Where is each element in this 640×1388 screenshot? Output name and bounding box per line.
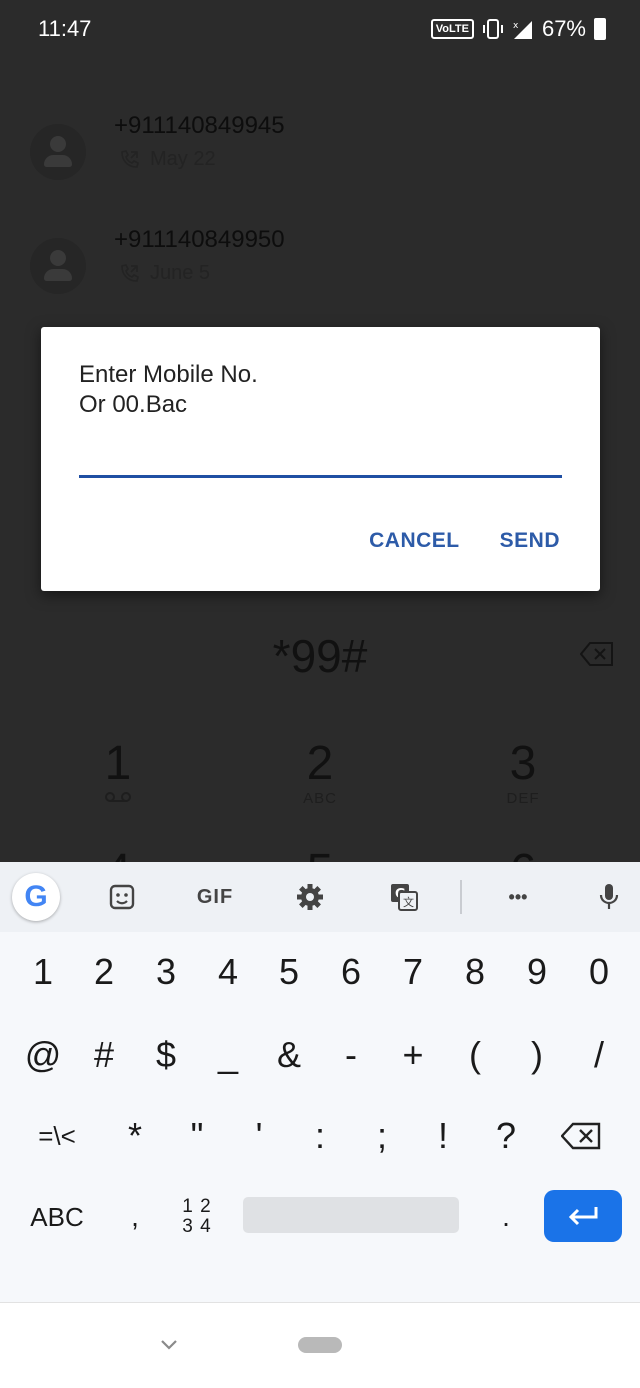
numpad-label-top: 1 2: [182, 1196, 212, 1217]
call-number: +911140849950: [114, 226, 285, 253]
key-colon[interactable]: :: [289, 1096, 351, 1176]
call-number: +911140849945: [114, 112, 285, 139]
battery-percent: 67%: [541, 16, 586, 41]
key-comma[interactable]: ,: [104, 1177, 166, 1257]
key-4[interactable]: 4: [197, 932, 259, 1012]
key-double-quote[interactable]: ": [166, 1096, 228, 1176]
more-options-icon[interactable]: •••: [498, 876, 538, 918]
backspace-icon[interactable]: [580, 641, 614, 667]
key-semicolon[interactable]: ;: [351, 1096, 413, 1176]
call-meta: June 5: [118, 262, 210, 285]
chevron-down-icon[interactable]: [158, 1333, 180, 1355]
google-icon[interactable]: G: [12, 873, 60, 921]
dialog-message-line: Or 00.Bac: [79, 391, 188, 418]
key-minus[interactable]: -: [320, 1015, 382, 1095]
dialpad-key-2[interactable]: 2 ABC: [260, 738, 380, 808]
call-date: June 5: [150, 262, 211, 284]
key-at[interactable]: @: [12, 1015, 74, 1095]
volte-badge: VoLTE: [430, 19, 474, 39]
outgoing-call-icon: [121, 263, 139, 282]
recent-call-item[interactable]: +911140849950 June 5: [0, 226, 640, 326]
key-question[interactable]: ?: [475, 1096, 537, 1176]
key-6[interactable]: 6: [320, 932, 382, 1012]
keyboard-backspace-icon[interactable]: [550, 1096, 612, 1176]
dialog-actions: CANCEL SEND: [369, 529, 560, 553]
keyboard: G GIF G文 ••• 1 2 3 4 5 6 7 8 9 0 @ # $ _: [0, 862, 640, 1302]
key-slash[interactable]: /: [568, 1015, 630, 1095]
dialpad-key-3[interactable]: 3 DEF: [463, 738, 583, 808]
key-3[interactable]: 3: [135, 932, 197, 1012]
enter-key[interactable]: [544, 1190, 622, 1242]
key-numpad-toggle[interactable]: 1 2 3 4: [166, 1177, 228, 1257]
key-abc[interactable]: ABC: [24, 1177, 90, 1257]
dialer-display: *99#: [0, 625, 640, 695]
svg-text:文: 文: [403, 895, 414, 909]
dialog-message-line: Enter Mobile No.: [79, 361, 258, 388]
dialog-message: Enter Mobile No. Or 00.Bac: [79, 360, 258, 420]
key-exclamation[interactable]: !: [412, 1096, 474, 1176]
keyboard-row: @ # $ _ & - + ( ) /: [0, 1015, 640, 1095]
key-more-symbols[interactable]: =\<: [26, 1096, 88, 1176]
key-open-paren[interactable]: (: [444, 1015, 506, 1095]
outgoing-call-icon: [121, 149, 139, 168]
keyboard-row: =\< * " ' : ; ! ?: [0, 1096, 640, 1176]
status-bar: 11:47 VoLTE x 67%: [0, 0, 640, 58]
key-0[interactable]: 0: [568, 932, 630, 1012]
status-icons: VoLTE x 67%: [430, 16, 606, 42]
microphone-icon[interactable]: [594, 876, 624, 918]
dialed-number: *99#: [272, 630, 368, 682]
keyboard-toolbar: G GIF G文 •••: [0, 862, 640, 932]
space-bar[interactable]: [243, 1197, 459, 1233]
status-time: 11:47: [38, 16, 92, 41]
keyboard-row: 1 2 3 4 5 6 7 8 9 0: [0, 932, 640, 1012]
input-dialog: Enter Mobile No. Or 00.Bac CANCEL SEND: [41, 327, 600, 591]
call-meta: May 22: [118, 148, 216, 171]
key-7[interactable]: 7: [382, 932, 444, 1012]
gif-button[interactable]: GIF: [192, 876, 238, 918]
battery-icon: [594, 18, 606, 40]
key-8[interactable]: 8: [444, 932, 506, 1012]
key-single-quote[interactable]: ': [228, 1096, 290, 1176]
dialpad-key-1[interactable]: 1: [58, 738, 178, 808]
key-1[interactable]: 1: [12, 932, 74, 1012]
voicemail-icon: [105, 792, 131, 802]
home-pill[interactable]: [298, 1337, 342, 1353]
key-period[interactable]: .: [475, 1177, 537, 1257]
toolbar-divider: [460, 880, 462, 914]
key-underscore[interactable]: _: [197, 1015, 259, 1095]
key-close-paren[interactable]: ): [506, 1015, 568, 1095]
key-dollar[interactable]: $: [135, 1015, 197, 1095]
recent-call-item[interactable]: +911140849945 May 22: [0, 112, 640, 212]
dialpad-key-6[interactable]: 6: [463, 846, 583, 862]
avatar: [30, 124, 86, 180]
send-button[interactable]: SEND: [500, 529, 560, 553]
key-asterisk[interactable]: *: [104, 1096, 166, 1176]
svg-text:x: x: [513, 21, 519, 31]
settings-gear-icon[interactable]: [292, 876, 328, 918]
dialpad-key-5[interactable]: 5: [260, 846, 380, 862]
signal-icon: x: [513, 21, 532, 39]
avatar: [30, 238, 86, 294]
navigation-bar: [0, 1302, 640, 1388]
vibrate-icon: [482, 19, 503, 39]
enter-icon: [568, 1207, 598, 1226]
dialpad-row: 4 5 6: [0, 846, 640, 862]
key-2[interactable]: 2: [73, 932, 135, 1012]
key-5[interactable]: 5: [258, 932, 320, 1012]
mobile-number-input[interactable]: [79, 422, 562, 478]
dialpad-row: 1 2 ABC 3 DEF: [0, 738, 640, 848]
translate-icon[interactable]: G文: [386, 876, 422, 918]
key-hash[interactable]: #: [73, 1015, 135, 1095]
dialpad-key-4[interactable]: 4: [58, 846, 178, 862]
sticker-icon[interactable]: [104, 876, 140, 918]
call-date: May 22: [150, 148, 216, 170]
numpad-label-bottom: 3 4: [182, 1216, 212, 1237]
cancel-button[interactable]: CANCEL: [369, 529, 460, 553]
key-plus[interactable]: +: [382, 1015, 444, 1095]
key-9[interactable]: 9: [506, 932, 568, 1012]
key-ampersand[interactable]: &: [258, 1015, 320, 1095]
